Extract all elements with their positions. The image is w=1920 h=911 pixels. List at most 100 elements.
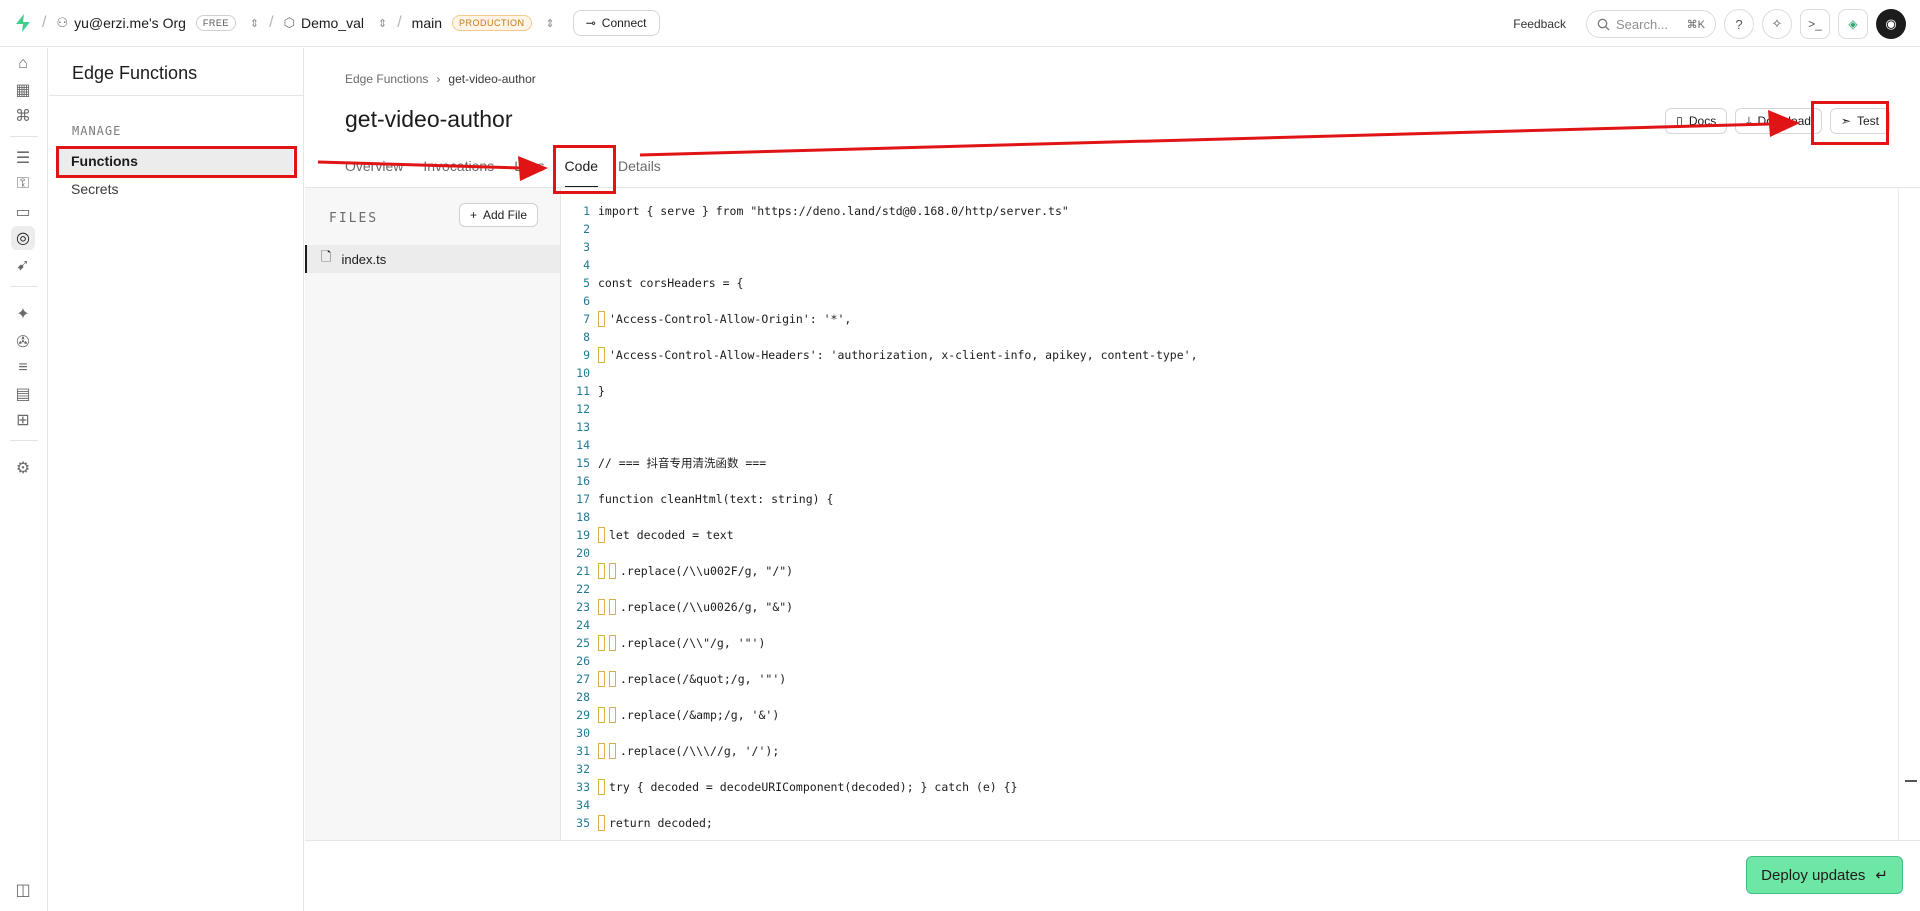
terminal-icon[interactable]: >_ xyxy=(1800,9,1830,39)
book-icon: ▯ xyxy=(1676,114,1683,128)
breadcrumb-root[interactable]: Edge Functions xyxy=(345,72,428,86)
box-icon: ⬡ xyxy=(283,15,295,30)
docs-button[interactable]: ▯ Docs xyxy=(1665,108,1728,134)
tab-details[interactable]: Details xyxy=(618,158,661,188)
code-text: .replace(/\\u002F/g, "/") xyxy=(620,564,794,578)
code-line[interactable]: 3 xyxy=(562,238,598,256)
code-line[interactable]: 19 let decoded = text xyxy=(562,526,734,544)
logs-icon[interactable]: ≡ xyxy=(11,356,35,380)
code-line[interactable]: 4 xyxy=(562,256,598,274)
code-line[interactable]: 21 .replace(/\\u002F/g, "/") xyxy=(562,562,793,580)
code-line[interactable]: 14 xyxy=(562,436,598,454)
code-line[interactable]: 18 xyxy=(562,508,598,526)
tab-overview[interactable]: Overview xyxy=(345,158,403,188)
auth-icon[interactable]: ⚿ xyxy=(11,172,35,196)
code-line[interactable]: 15 // === 抖音专用清洗函数 === xyxy=(562,454,766,472)
code-line[interactable]: 11} xyxy=(562,382,605,400)
indent-guide xyxy=(598,527,605,543)
code-line[interactable]: 12 xyxy=(562,400,598,418)
editor-footer: Deploy updates ↵ xyxy=(305,840,1920,911)
chevron-right-icon: › xyxy=(436,72,441,86)
line-number: 9 xyxy=(583,348,590,362)
plan-badge: FREE xyxy=(195,15,236,31)
storage-icon[interactable]: ▭ xyxy=(11,200,35,224)
line-number: 20 xyxy=(576,546,590,560)
avatar[interactable]: ◉ xyxy=(1876,9,1906,39)
supabase-logo-icon[interactable] xyxy=(14,13,32,33)
org-selector[interactable]: ⚇ yu@erzi.me's Org FREE ⇕ xyxy=(56,15,259,31)
code-line[interactable]: 2 xyxy=(562,220,598,238)
feedback-button[interactable]: Feedback xyxy=(1513,17,1566,31)
database-icon[interactable]: ☰ xyxy=(11,146,35,170)
file-item[interactable]: 🗋 index.ts xyxy=(305,245,560,273)
line-number: 28 xyxy=(576,690,590,704)
branch-selector[interactable]: main PRODUCTION ⇕ xyxy=(412,15,555,31)
code-line[interactable]: 32 xyxy=(562,760,598,778)
realtime-icon[interactable]: ➹ xyxy=(11,253,35,277)
code-line[interactable]: 24 xyxy=(562,616,598,634)
line-number: 7 xyxy=(583,312,590,326)
code-line[interactable]: 23 .replace(/\\u0026/g, "&") xyxy=(562,598,793,616)
code-editor[interactable]: 1 import { serve } from "https://deno.lan… xyxy=(562,188,1899,840)
indent-guide xyxy=(598,671,605,687)
code-line[interactable]: 5 const corsHeaders = { xyxy=(562,274,743,292)
code-line[interactable]: 1 import { serve } from "https://deno.lan… xyxy=(562,202,1069,220)
search-input[interactable]: Search... ⌘K xyxy=(1586,10,1716,38)
add-file-button[interactable]: + Add File xyxy=(458,203,538,227)
code-line[interactable]: 30 xyxy=(562,724,598,742)
code-line[interactable]: 20 xyxy=(562,544,598,562)
code-line[interactable]: 13 xyxy=(562,418,598,436)
indent-guide xyxy=(609,743,616,759)
code-line[interactable]: 17 function cleanHtml(text: string) { xyxy=(562,490,833,508)
gear-icon[interactable]: ⚙ xyxy=(11,456,35,480)
help-icon[interactable]: ? xyxy=(1724,9,1754,39)
line-number: 8 xyxy=(583,330,590,344)
observability-icon[interactable]: ✇ xyxy=(11,330,35,354)
table-editor-icon[interactable]: ▦ xyxy=(11,78,35,102)
project-selector[interactable]: ⬡ Demo_val ⇕ xyxy=(284,15,388,31)
files-panel: FILES + Add File 🗋 index.ts xyxy=(305,188,561,840)
api-docs-icon[interactable]: ▤ xyxy=(11,382,35,406)
deploy-updates-button[interactable]: Deploy updates ↵ xyxy=(1746,856,1903,894)
code-line[interactable]: 28 xyxy=(562,688,598,706)
code-text: try { decoded = decodeURIComponent(decod… xyxy=(609,780,1018,794)
code-line[interactable]: 26 xyxy=(562,652,598,670)
line-number: 26 xyxy=(576,654,590,668)
code-line[interactable]: 7 'Access-Control-Allow-Origin': '*', xyxy=(562,310,851,328)
code-line[interactable]: 35 return decoded; xyxy=(562,814,713,832)
plus-icon: + xyxy=(469,208,477,222)
integrations-icon[interactable]: ⊞ xyxy=(11,408,35,432)
download-button[interactable]: ⤓ Download xyxy=(1735,108,1822,134)
collapse-sidebar-icon[interactable]: ◫ xyxy=(11,878,35,902)
line-number: 14 xyxy=(576,438,590,452)
code-line[interactable]: 34 xyxy=(562,796,598,814)
tab-invocations[interactable]: Invocations xyxy=(423,158,494,188)
code-line[interactable]: 29 .replace(/&amp;/g, '&') xyxy=(562,706,779,724)
code-line[interactable]: 33 try { decoded = decodeURIComponent(dec… xyxy=(562,778,1018,796)
code-line[interactable]: 31 .replace(/\\\//g, '/'); xyxy=(562,742,779,760)
code-line[interactable]: 27 .replace(/&quot;/g, '"') xyxy=(562,670,786,688)
rail-divider xyxy=(10,136,38,137)
assistant-icon[interactable]: ◈ xyxy=(1838,9,1868,39)
editor-scrollbar[interactable] xyxy=(1898,188,1920,840)
code-line[interactable]: 16 xyxy=(562,472,598,490)
edge-functions-icon[interactable]: ◎ xyxy=(11,226,35,250)
download-label: Download xyxy=(1757,114,1811,128)
code-line[interactable]: 10 xyxy=(562,364,598,382)
home-icon[interactable]: ⌂ xyxy=(11,52,35,76)
code-line[interactable]: 8 xyxy=(562,328,598,346)
lightbulb-icon[interactable]: ✧ xyxy=(1762,9,1792,39)
indent-guide xyxy=(609,599,616,615)
code-line[interactable]: 9 'Access-Control-Allow-Headers': 'author… xyxy=(562,346,1198,364)
indent-guide xyxy=(598,347,605,363)
file-name: index.ts xyxy=(341,251,387,267)
sql-editor-icon[interactable]: ⌘ xyxy=(11,104,35,128)
code-line[interactable]: 6 xyxy=(562,292,598,310)
code-line[interactable]: 25 .replace(/\\"/g, '"') xyxy=(562,634,765,652)
advisors-icon[interactable]: ✦ xyxy=(11,302,35,326)
connect-button[interactable]: ⊸ Connect xyxy=(572,10,660,36)
tab-logs[interactable]: Logs xyxy=(514,158,544,188)
sidebar-item-secrets[interactable]: Secrets xyxy=(57,175,293,203)
org-icon: ⚇ xyxy=(56,15,69,30)
code-line[interactable]: 22 xyxy=(562,580,598,598)
